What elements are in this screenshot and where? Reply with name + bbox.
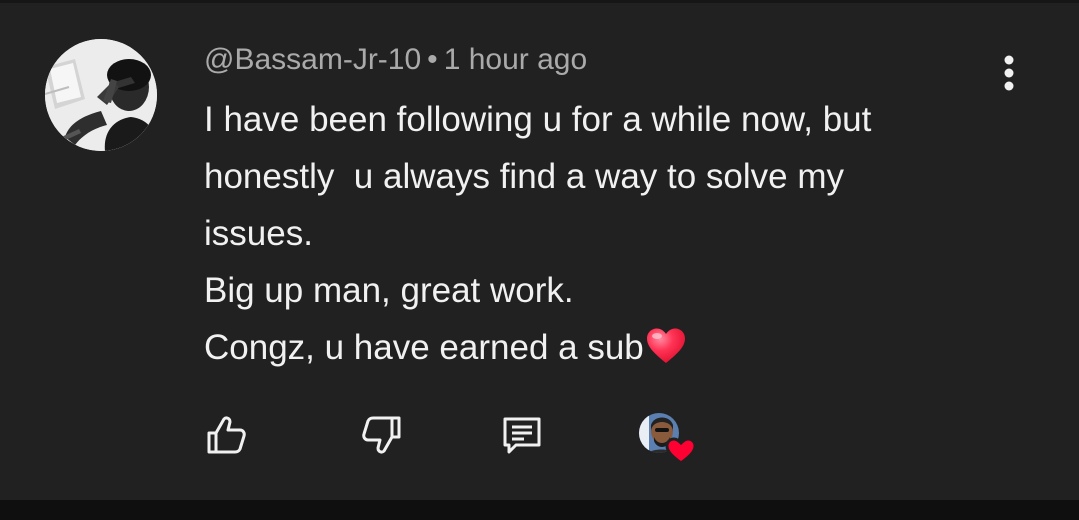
more-options-icon[interactable]	[994, 53, 1024, 93]
reply-comment-icon[interactable]	[500, 413, 544, 457]
author-avatar-photo	[45, 39, 157, 151]
red-heart-emoji-icon	[646, 328, 685, 363]
comment-line: Big up man, great work.	[204, 271, 574, 310]
comment-line: issues.	[204, 214, 313, 253]
author-avatar[interactable]	[45, 39, 157, 151]
author-handle[interactable]: @Bassam-Jr-10	[204, 43, 421, 76]
comment-timestamp[interactable]: 1 hour ago	[444, 43, 587, 76]
comment-line: honestly u always find a way to solve my	[204, 157, 845, 196]
thumb-down-icon[interactable]	[360, 413, 404, 457]
comment-line: I have been following u for a while now,…	[204, 100, 872, 139]
comment-meta: @Bassam-Jr-10 • 1 hour ago	[204, 43, 587, 77]
comment-card: @Bassam-Jr-10 • 1 hour ago I have been fol…	[0, 0, 1079, 500]
comment-last-line: Congz, u have earned a sub	[204, 319, 984, 376]
creator-heart-icon[interactable]	[635, 409, 697, 467]
comment-body: I have been following u for a while now,…	[204, 91, 984, 376]
thumb-up-icon[interactable]	[204, 413, 248, 457]
comment-actions	[0, 413, 1079, 463]
comment-line: Congz, u have earned a sub	[204, 328, 644, 367]
meta-separator: •	[427, 43, 438, 76]
